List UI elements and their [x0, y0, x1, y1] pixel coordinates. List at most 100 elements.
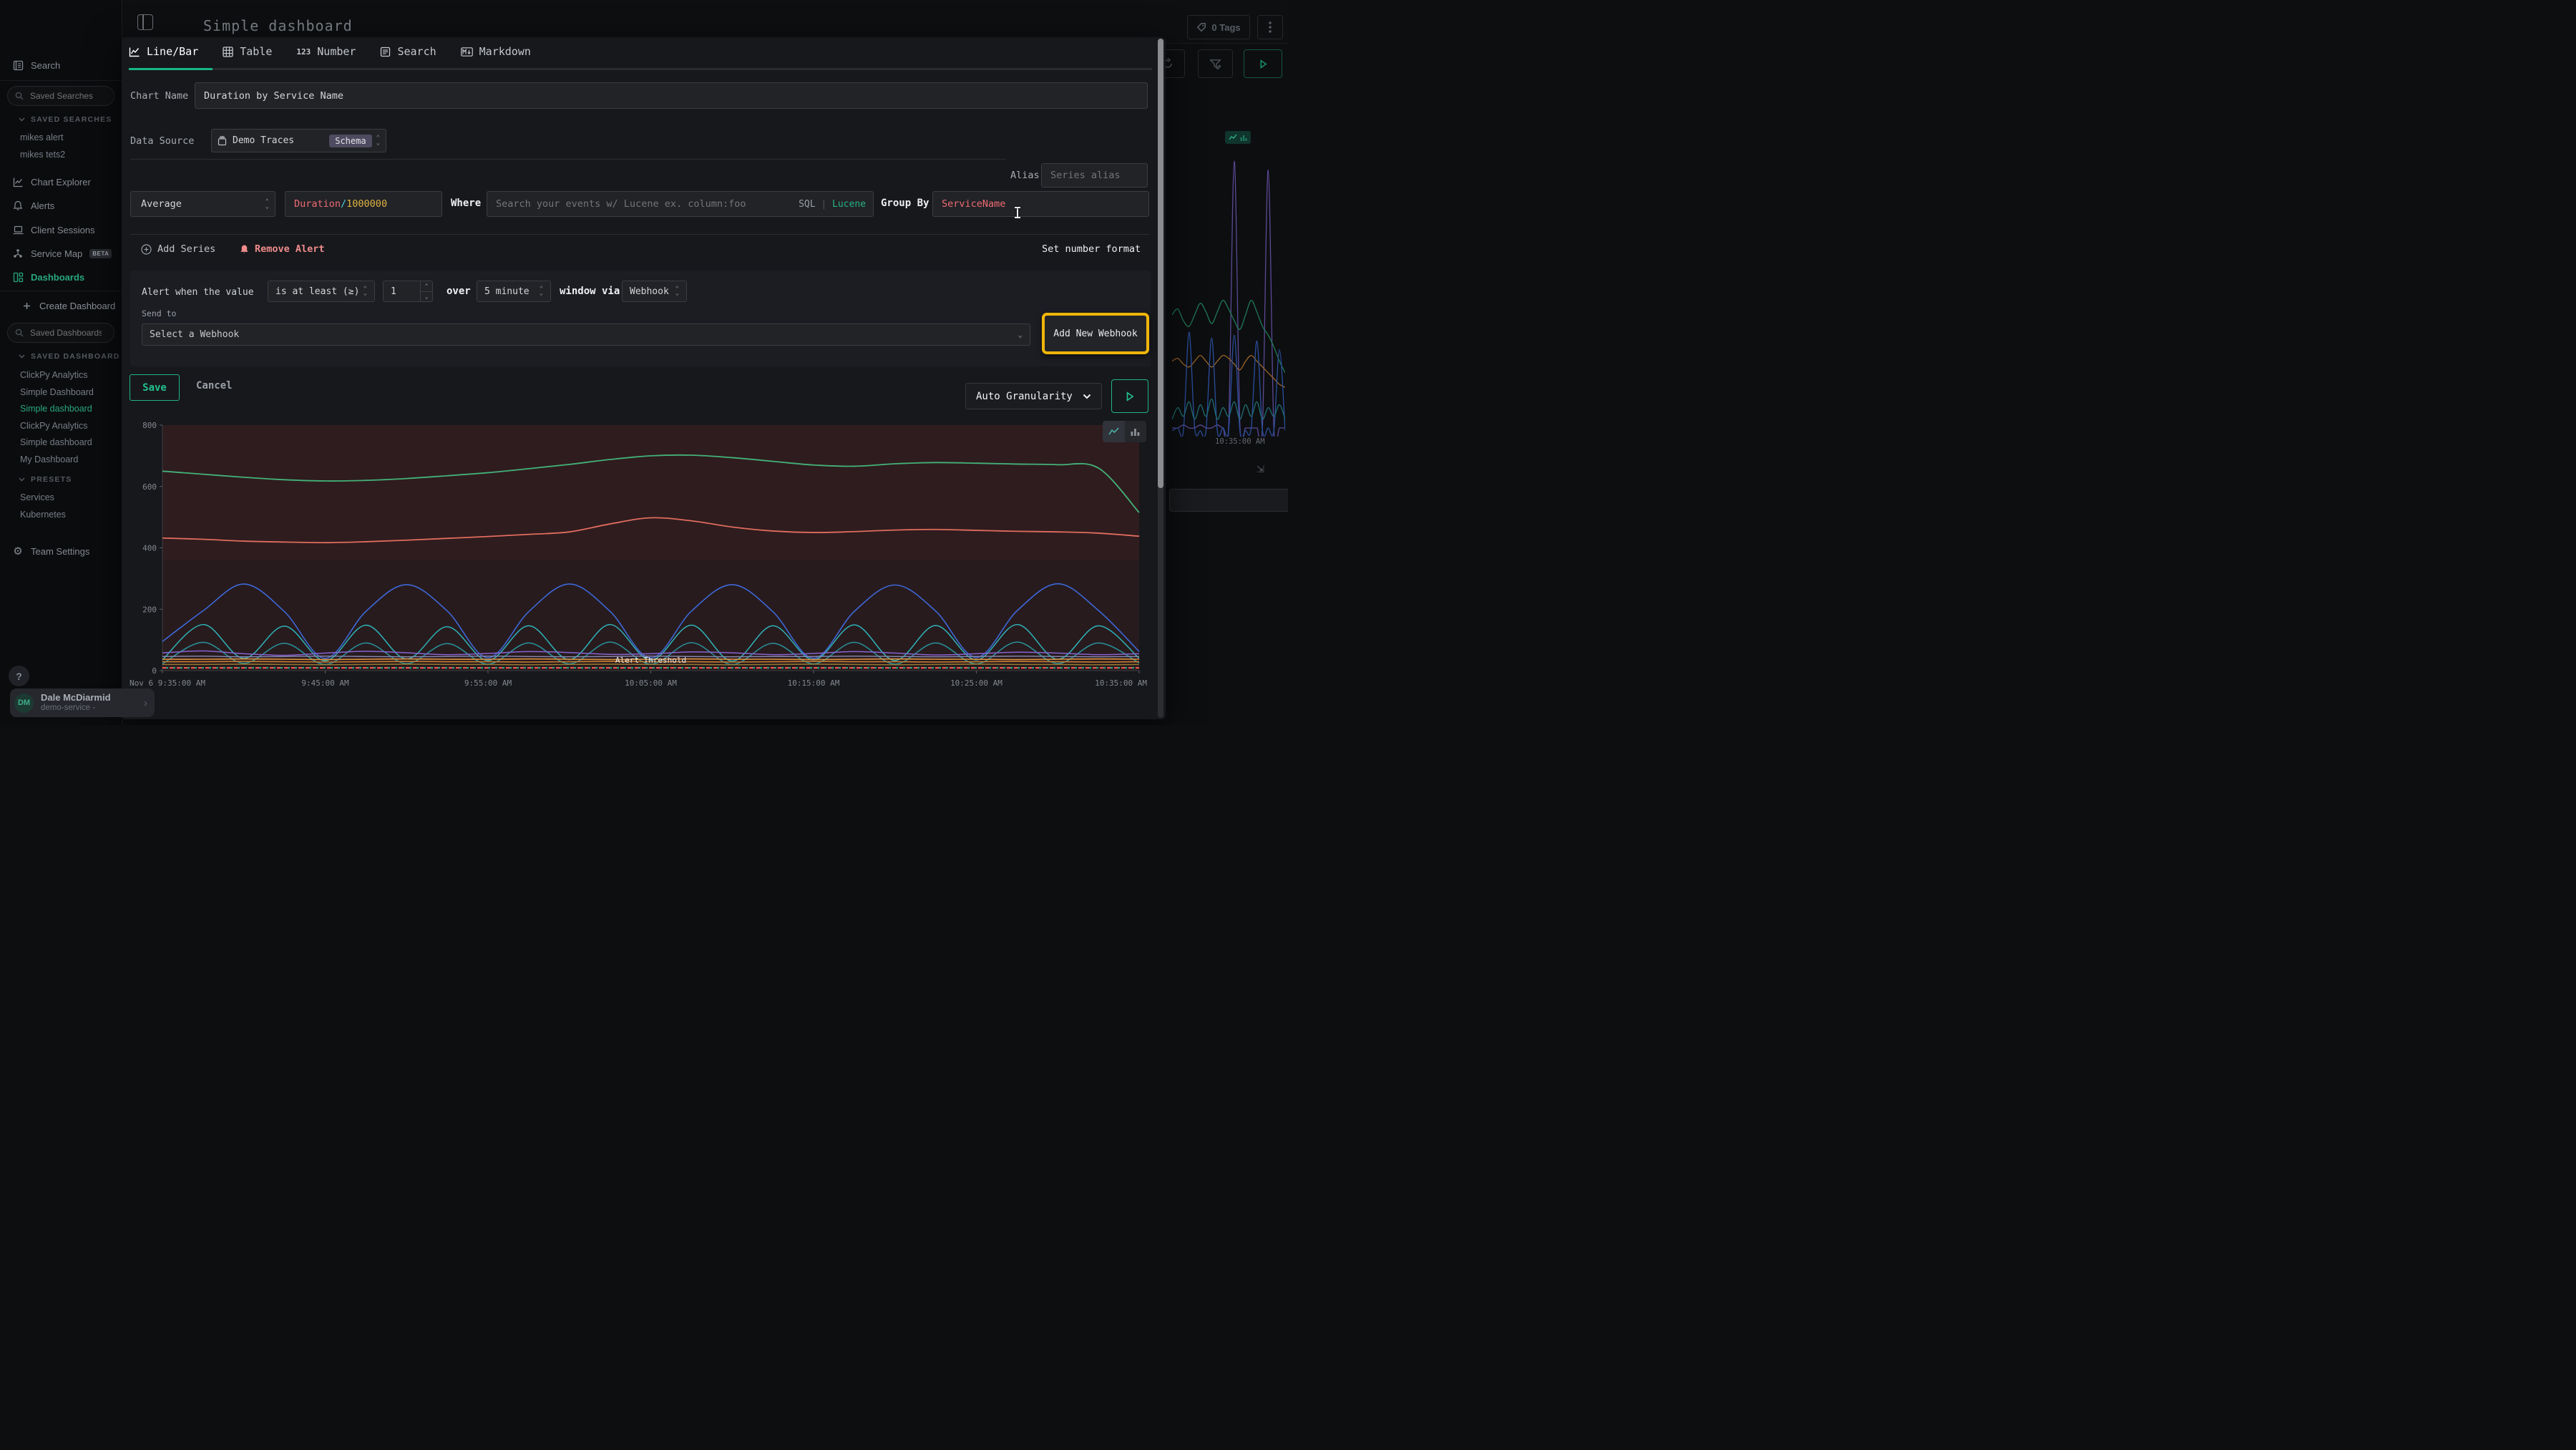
set-number-format-button[interactable]: Set number format: [1042, 243, 1141, 255]
saved-dashboards-search[interactable]: [7, 323, 114, 343]
over-label: over: [447, 286, 471, 297]
sidebar-item-chart-explorer[interactable]: Chart Explorer: [0, 172, 122, 191]
chart-name-input[interactable]: [195, 90, 1147, 102]
dashboard-link[interactable]: Simple Dashboard: [20, 387, 94, 397]
sidebar-item-label: Team Settings: [31, 546, 89, 557]
tags-button[interactable]: 0 Tags: [1187, 15, 1250, 39]
svg-text:10:15:00 AM: 10:15:00 AM: [788, 678, 840, 688]
data-source-label: Data Source: [130, 135, 194, 147]
remove-alert-button[interactable]: Remove Alert: [240, 243, 325, 255]
saved-searches-header[interactable]: SAVED SEARCHES: [19, 115, 112, 124]
svg-text:10:05:00 AM: 10:05:00 AM: [625, 678, 677, 688]
cancel-button[interactable]: Cancel: [196, 380, 233, 391]
svg-text:0: 0: [152, 666, 157, 676]
mini-chart-type-toggle[interactable]: [1225, 131, 1251, 144]
saved-search-item[interactable]: mikes tets2: [20, 150, 65, 160]
alias-input[interactable]: [1042, 170, 1147, 181]
modal-scrollbar[interactable]: [1158, 39, 1163, 718]
preset-link[interactable]: Kubernetes: [20, 510, 66, 520]
bar-view-button[interactable]: [1125, 421, 1147, 442]
sidebar-item-alerts[interactable]: Alerts: [0, 196, 122, 215]
alert-condition-select[interactable]: is at least (≥)⌃⌄: [268, 281, 375, 302]
user-menu[interactable]: DM Dale McDiarmid demo-service - ›: [10, 688, 155, 717]
chevron-right-icon: ›: [144, 697, 147, 709]
add-series-button[interactable]: Add Series: [141, 243, 215, 255]
dashboard-link[interactable]: My Dashboard: [20, 454, 78, 464]
sidebar-item-service-map[interactable]: Service Map BETA: [0, 244, 122, 263]
chart-type-tabs: Line/Bar Table 123 Number Search: [129, 45, 531, 58]
divider: [130, 159, 1006, 160]
alias-field: [1041, 163, 1148, 188]
alert-prefix-label: Alert when the value: [142, 287, 254, 298]
saved-dashboards-input[interactable]: [29, 327, 103, 339]
alert-threshold-stepper[interactable]: 1 ⌃⌄: [383, 281, 433, 302]
sidebar-item-client-sessions[interactable]: Client Sessions: [0, 220, 122, 239]
run-chart-button[interactable]: [1111, 379, 1148, 413]
svg-text:9:45:00 AM: 9:45:00 AM: [301, 678, 349, 688]
lucene-option[interactable]: Lucene: [832, 199, 866, 210]
dashboard-link[interactable]: Simple dashboard: [20, 404, 92, 414]
alert-channel-select[interactable]: Webhook⌃⌄: [622, 281, 687, 302]
sidebar-collapse-icon[interactable]: [137, 14, 153, 30]
tab-line-bar[interactable]: Line/Bar: [129, 45, 198, 58]
help-button[interactable]: ?: [9, 666, 29, 686]
chart-name-label: Chart Name: [130, 90, 188, 102]
sidebar-item-search[interactable]: Search: [0, 56, 122, 74]
aggregation-select[interactable]: ⌃⌄: [130, 191, 275, 217]
pipe-separator: |: [821, 199, 826, 210]
chart-display-toggle: [1103, 421, 1146, 442]
preset-link[interactable]: Services: [20, 492, 54, 502]
background-input[interactable]: [1169, 489, 1288, 512]
kebab-menu-button[interactable]: [1257, 15, 1283, 39]
sidebar-item-dashboards[interactable]: Dashboards: [0, 268, 122, 286]
scrollbar-thumb[interactable]: [1158, 39, 1163, 488]
add-new-webhook-button[interactable]: Add New Webhook: [1042, 313, 1149, 354]
sql-option[interactable]: SQL: [799, 199, 815, 210]
alert-window-select[interactable]: 5 minute⌃⌄: [477, 281, 551, 302]
mini-chart-time-label: 10:35:00 AM: [1215, 437, 1265, 446]
where-search-input[interactable]: [487, 198, 776, 210]
dashboard-link[interactable]: ClickPy Analytics: [20, 421, 87, 431]
tab-markdown[interactable]: Markdown: [461, 45, 531, 58]
stepper-arrows[interactable]: ⌃⌄: [420, 281, 432, 301]
chart-explorer-icon: [12, 176, 24, 188]
save-button[interactable]: Save: [130, 374, 180, 401]
app-root: HyperDX Simple dashboard 0 Tags: [0, 0, 1288, 725]
chevron-up-down-icon: ⌃⌄: [675, 287, 679, 296]
granularity-select[interactable]: Auto Granularity: [965, 383, 1102, 409]
chevron-down-icon: [19, 354, 25, 359]
page-title: Simple dashboard: [203, 17, 353, 34]
dashboard-link[interactable]: ClickPy Analytics: [20, 370, 87, 380]
alias-label: Alias: [1010, 170, 1040, 181]
send-to-label: Send to: [142, 308, 176, 318]
chevron-up-down-icon: ⌃⌄: [540, 287, 543, 296]
data-source-select[interactable]: Demo Traces Schema ⌃⌄: [211, 129, 386, 152]
database-icon: [218, 136, 227, 146]
tab-search[interactable]: Search: [380, 45, 436, 58]
saved-search-item[interactable]: mikes alert: [20, 132, 63, 142]
expand-corner-icon[interactable]: ⇲: [1257, 464, 1264, 475]
svg-text:800: 800: [142, 421, 157, 430]
tags-label: 0 Tags: [1211, 22, 1240, 33]
sidebar-item-team-settings[interactable]: ⚙ Team Settings: [0, 542, 122, 560]
line-chart-icon: [129, 47, 140, 57]
field-expression[interactable]: Duration/1000000: [285, 191, 442, 217]
expr-slash: /: [341, 198, 346, 210]
saved-dashboards-header[interactable]: SAVED DASHBOARD: [19, 352, 120, 361]
webhook-select[interactable]: Select a Webhook ⌄: [142, 323, 1030, 346]
create-dashboard-button[interactable]: Create Dashboard: [0, 296, 122, 315]
line-view-button[interactable]: [1103, 421, 1125, 442]
svg-text:200: 200: [142, 605, 157, 614]
presets-header[interactable]: PRESETS: [19, 475, 72, 484]
dashboard-link[interactable]: Simple dashboard: [20, 437, 92, 447]
search-icon: [15, 92, 24, 100]
saved-searches-search[interactable]: [7, 86, 114, 106]
group-by-input[interactable]: [933, 198, 1148, 210]
background-mini-chart: [1172, 147, 1285, 437]
query-language-toggle[interactable]: SQL | Lucene: [799, 199, 866, 210]
tab-number[interactable]: 123 Number: [296, 45, 356, 58]
window-via-label: window via: [560, 286, 620, 297]
svg-text:Alert Threshold: Alert Threshold: [615, 656, 686, 665]
saved-searches-input[interactable]: [29, 90, 103, 102]
tab-table[interactable]: Table: [223, 45, 272, 58]
